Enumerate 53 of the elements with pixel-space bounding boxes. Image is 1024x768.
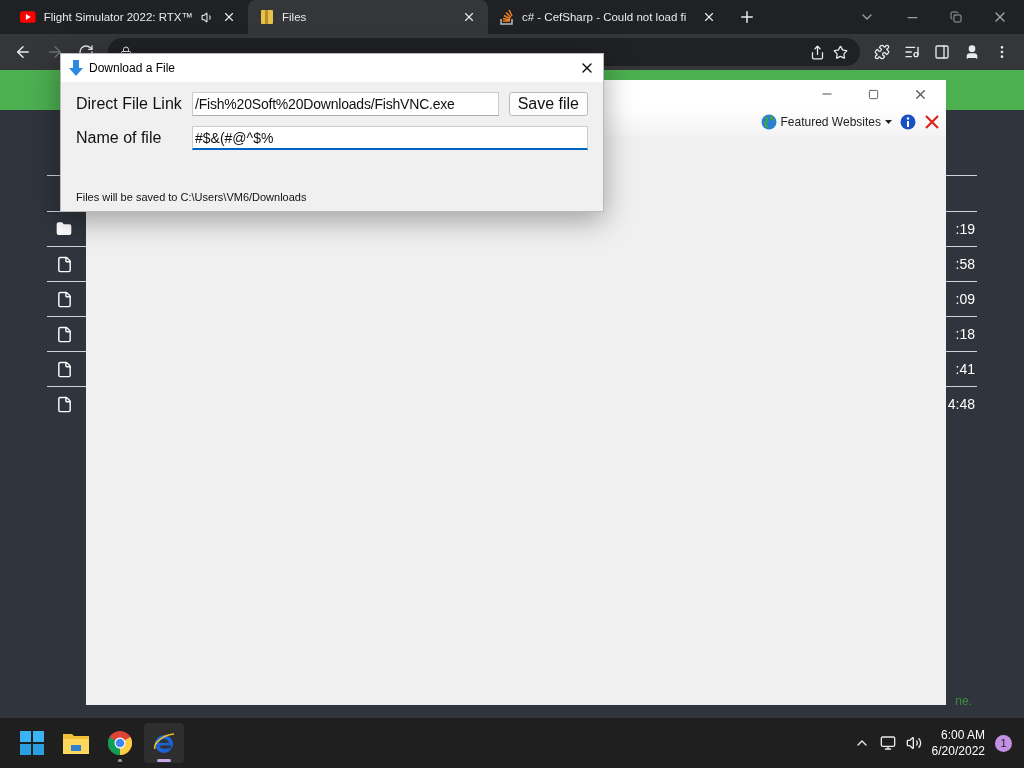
restore-icon[interactable]	[950, 11, 962, 23]
volume-icon[interactable]	[905, 735, 922, 751]
footer-text: ne.	[955, 694, 972, 708]
close-icon[interactable]	[462, 10, 476, 24]
profile-icon[interactable]	[964, 44, 980, 60]
save-location-note: Files will be saved to C:\Users\VM6/Downloads	[76, 191, 308, 203]
play-logo-icon	[20, 11, 36, 23]
close-icon[interactable]	[702, 10, 716, 24]
notification-badge[interactable]: 1	[995, 734, 1012, 752]
file-icon	[56, 325, 73, 343]
maximize-icon[interactable]	[868, 88, 879, 100]
star-icon[interactable]	[833, 44, 848, 60]
clock[interactable]: 6:00 AM 6/20/2022	[931, 727, 985, 759]
save-button[interactable]: Save file	[508, 92, 588, 116]
network-icon[interactable]	[879, 735, 896, 751]
file-time: :41	[955, 361, 975, 377]
windows-logo-icon[interactable]	[20, 731, 44, 755]
folder-icon[interactable]	[63, 732, 89, 754]
file-icon	[56, 290, 73, 308]
info-icon[interactable]	[900, 114, 916, 130]
download-arrow-icon	[69, 60, 83, 76]
file-time: :09	[955, 291, 975, 307]
folder-icon	[56, 221, 72, 237]
dialog-title: Download a File	[89, 61, 177, 75]
input-field[interactable]: /Fish%20Soft%20Downloads/FishVNC.exe	[192, 92, 499, 116]
stack-icon	[500, 9, 514, 25]
file-time: :18	[955, 326, 975, 342]
field-label: Direct File Link	[76, 95, 182, 113]
caret-icon	[885, 120, 892, 124]
file-icon	[56, 360, 73, 378]
back-icon[interactable]	[14, 43, 32, 61]
input-field[interactable]: #$&(#@^$%	[192, 126, 588, 150]
speaker-icon[interactable]	[201, 10, 214, 24]
browser-tab[interactable]: c# - CefSharp - Could not load fi	[488, 0, 728, 34]
file-icon	[56, 395, 73, 413]
featured-websites-menu[interactable]: Featured Websites	[760, 114, 892, 130]
file-icon	[56, 255, 73, 273]
side-panel-icon[interactable]	[934, 44, 950, 60]
folder-icon	[260, 9, 274, 25]
share-icon[interactable]	[810, 44, 825, 60]
e-logo-icon[interactable]	[152, 731, 176, 755]
browser-tab[interactable]: Flight Simulator 2022: RTX™	[8, 0, 248, 34]
file-time: 4:48	[947, 396, 975, 412]
field-label: Name of file	[76, 129, 163, 147]
browser-tab[interactable]: Files	[248, 0, 488, 34]
file-time: :58	[955, 256, 975, 272]
taskbar-app[interactable]	[144, 723, 184, 763]
file-time: :19	[955, 221, 975, 237]
globe-icon	[760, 114, 777, 130]
media-list-icon[interactable]	[904, 44, 920, 60]
puzzle-icon[interactable]	[874, 44, 890, 60]
chrome-logo-icon[interactable]	[108, 731, 132, 755]
close-icon[interactable]	[222, 10, 236, 24]
